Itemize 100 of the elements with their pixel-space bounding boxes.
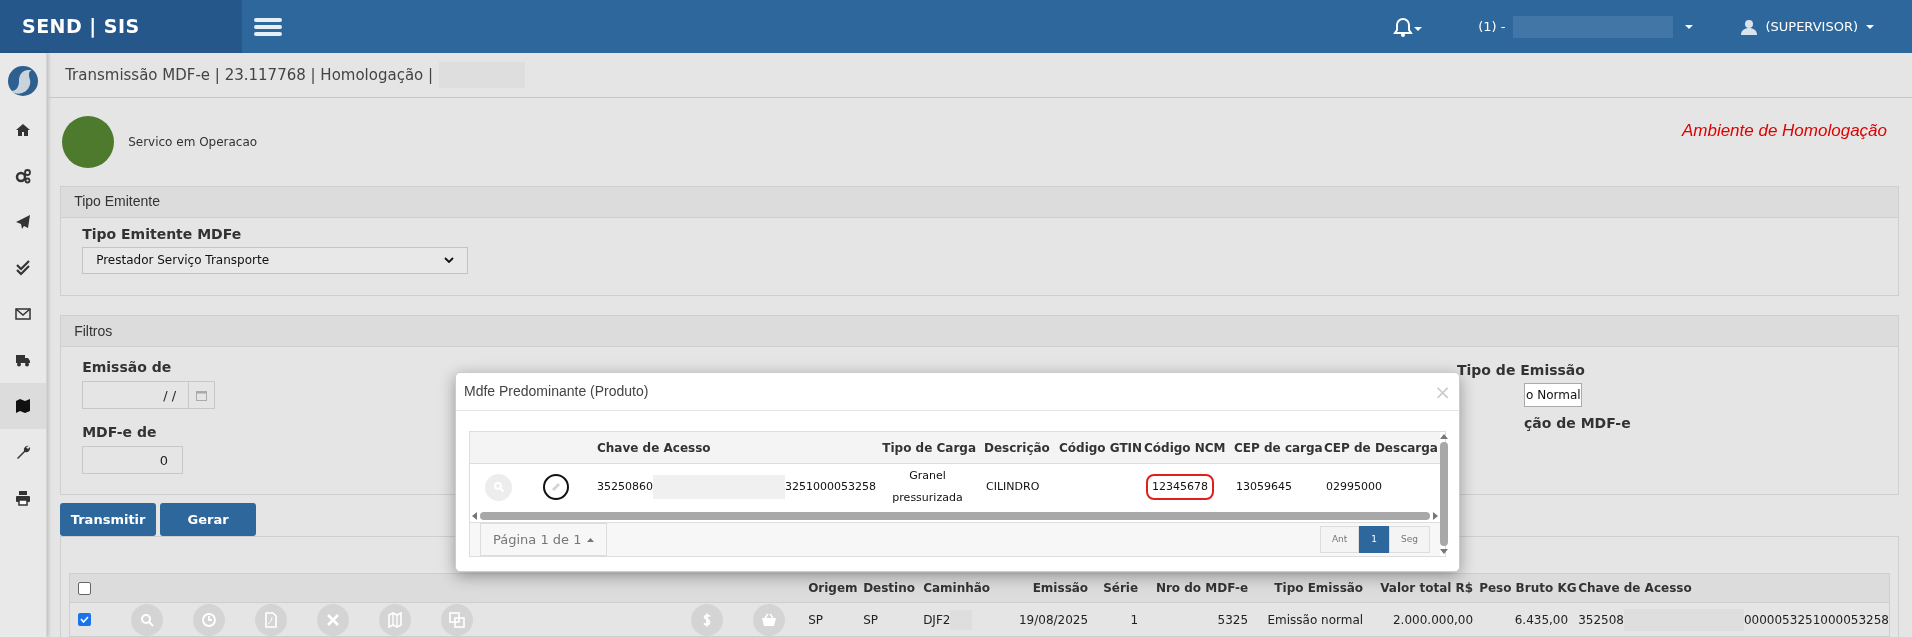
copy-icon (449, 611, 466, 628)
caret-icon (1685, 24, 1694, 29)
search-icon (139, 611, 156, 628)
table-cell-text: 352508 (1578, 611, 1624, 629)
company-label: (1) - (1478, 17, 1506, 36)
envelope-icon (15, 306, 32, 322)
panel-title: Tipo Emitente (74, 192, 160, 212)
column-header: Descrição (984, 440, 1050, 455)
bell-icon (1393, 16, 1414, 37)
panel-title: Filtros (74, 321, 113, 341)
paper-plane-icon (15, 214, 32, 230)
truck-icon (15, 352, 32, 368)
table-cell: SP (863, 612, 878, 627)
printer-icon (15, 490, 32, 506)
arrow-down-icon (1440, 549, 1448, 554)
field-label: ção de MDF-e (1524, 414, 1632, 434)
column-header: Tipo Emissão (1274, 581, 1364, 595)
sidebar-item[interactable] (0, 383, 47, 429)
close-icon (325, 611, 342, 628)
arrow-right-icon (1433, 512, 1438, 520)
document-icon (263, 611, 280, 628)
home-icon (15, 122, 32, 138)
column-header: CEP de Descarga (1324, 440, 1438, 455)
column-header: Chave de Acesso (597, 440, 711, 455)
user-name: (SUPERVISOR) (1765, 17, 1858, 36)
breadcrumb: Transmissão MDF-e | 23.117768 | Homologação | (65, 64, 434, 86)
modal-title: Mdfe Predominante (Produto) (464, 382, 649, 401)
notifications-button[interactable] (1393, 16, 1423, 37)
table-cell: 5325 (1217, 612, 1249, 627)
calendar-icon (196, 389, 208, 401)
map-icon (387, 611, 404, 628)
caret-icon (1866, 24, 1874, 29)
arrow-up-icon (1440, 434, 1448, 439)
table-cell: 1 (1130, 612, 1139, 627)
row-checkbox[interactable] (78, 613, 92, 626)
brand-logo-text: SEND | SIS (22, 14, 140, 40)
table-cell: Granel pressurizada (892, 469, 963, 504)
logo-icon (7, 65, 40, 97)
emitter-type-select[interactable]: Prestador Serviço Transporte (82, 246, 469, 274)
table-cell-text: DJF2 (923, 611, 951, 629)
column-header: Código GTIN (1059, 440, 1143, 455)
map-icon (15, 398, 32, 414)
menu-icon (254, 16, 282, 37)
column-header: Código NCM (1144, 440, 1226, 455)
arrow-left-icon (472, 512, 477, 520)
user-icon (1741, 18, 1758, 35)
page-selector[interactable]: Página 1 de 1 (480, 523, 608, 556)
environment-label: Ambiente de Homologação (1681, 119, 1887, 142)
action-button[interactable]: Gerar (160, 503, 257, 536)
action-button[interactable]: Transmitir (60, 503, 157, 536)
vertical-scrollbar[interactable] (1440, 432, 1448, 556)
page-button[interactable]: Seg (1389, 526, 1430, 553)
horizontal-scrollbar[interactable] (470, 510, 1440, 523)
select-all-checkbox[interactable] (78, 581, 92, 595)
table-cell: 19/08/2025 (1018, 612, 1089, 627)
clock-icon (201, 611, 218, 628)
mdfe-number-field[interactable]: 0 (82, 446, 184, 475)
gears-icon (15, 168, 32, 184)
date-field[interactable]: / / (82, 381, 190, 410)
column-header: Nro do MDF-e (1155, 581, 1249, 595)
double-check-icon (15, 260, 32, 276)
caret-up-icon (587, 537, 595, 542)
eraser-icon (550, 481, 562, 493)
page-button[interactable]: Ant (1319, 526, 1360, 553)
table-cell: CILINDRO (986, 479, 1040, 493)
table-cell-text: 3251000053258 (785, 478, 876, 495)
column-header: Caminhão (923, 581, 991, 595)
wrench-icon (15, 444, 32, 460)
company-selector[interactable]: (1) - (1478, 15, 1694, 38)
table-cell: 12345678 (1146, 473, 1214, 501)
column-header: Chave de Acesso (1578, 581, 1692, 595)
field-label: Tipo de Emissão (1457, 361, 1586, 381)
table-cell-text: 35250860 (597, 478, 653, 495)
table-cell: 13059645 (1236, 479, 1292, 493)
table-cell: 02995000 (1326, 479, 1382, 493)
table-cell: 6.435,00 (1514, 612, 1569, 627)
column-header: Destino (863, 581, 915, 595)
edit-button[interactable] (543, 474, 569, 500)
chevron-down-icon (444, 257, 455, 264)
status-text: Servico em Operacao (128, 133, 258, 151)
column-header: Peso Bruto KG (1479, 581, 1577, 595)
basket-icon (761, 611, 778, 628)
page-button[interactable]: 1 (1359, 526, 1390, 553)
field-label: MDF-e de (82, 423, 158, 443)
column-header: Origem (808, 581, 858, 595)
column-header: Valor total R$ (1380, 581, 1474, 595)
user-menu[interactable]: (SUPERVISOR) (1741, 16, 1874, 37)
column-header: CEP de carga (1234, 440, 1323, 455)
column-header: Série (1103, 581, 1139, 595)
check-icon (80, 616, 90, 623)
table-cell: 2.000.000,00 (1392, 612, 1474, 627)
column-header: Tipo de Carga (882, 440, 976, 455)
column-header: Emissão (1032, 581, 1089, 595)
field-label: Emissão de (82, 358, 173, 378)
table-cell: SP (808, 612, 823, 627)
table-cell: Emissão normal (1267, 612, 1364, 627)
caret-icon (1414, 26, 1423, 31)
table-cell-text: 0000053251000053258 (1743, 611, 1889, 629)
field-label: Tipo Emitente MDFe (82, 224, 243, 244)
emission-type-select[interactable]: o Normal (1524, 383, 1582, 408)
